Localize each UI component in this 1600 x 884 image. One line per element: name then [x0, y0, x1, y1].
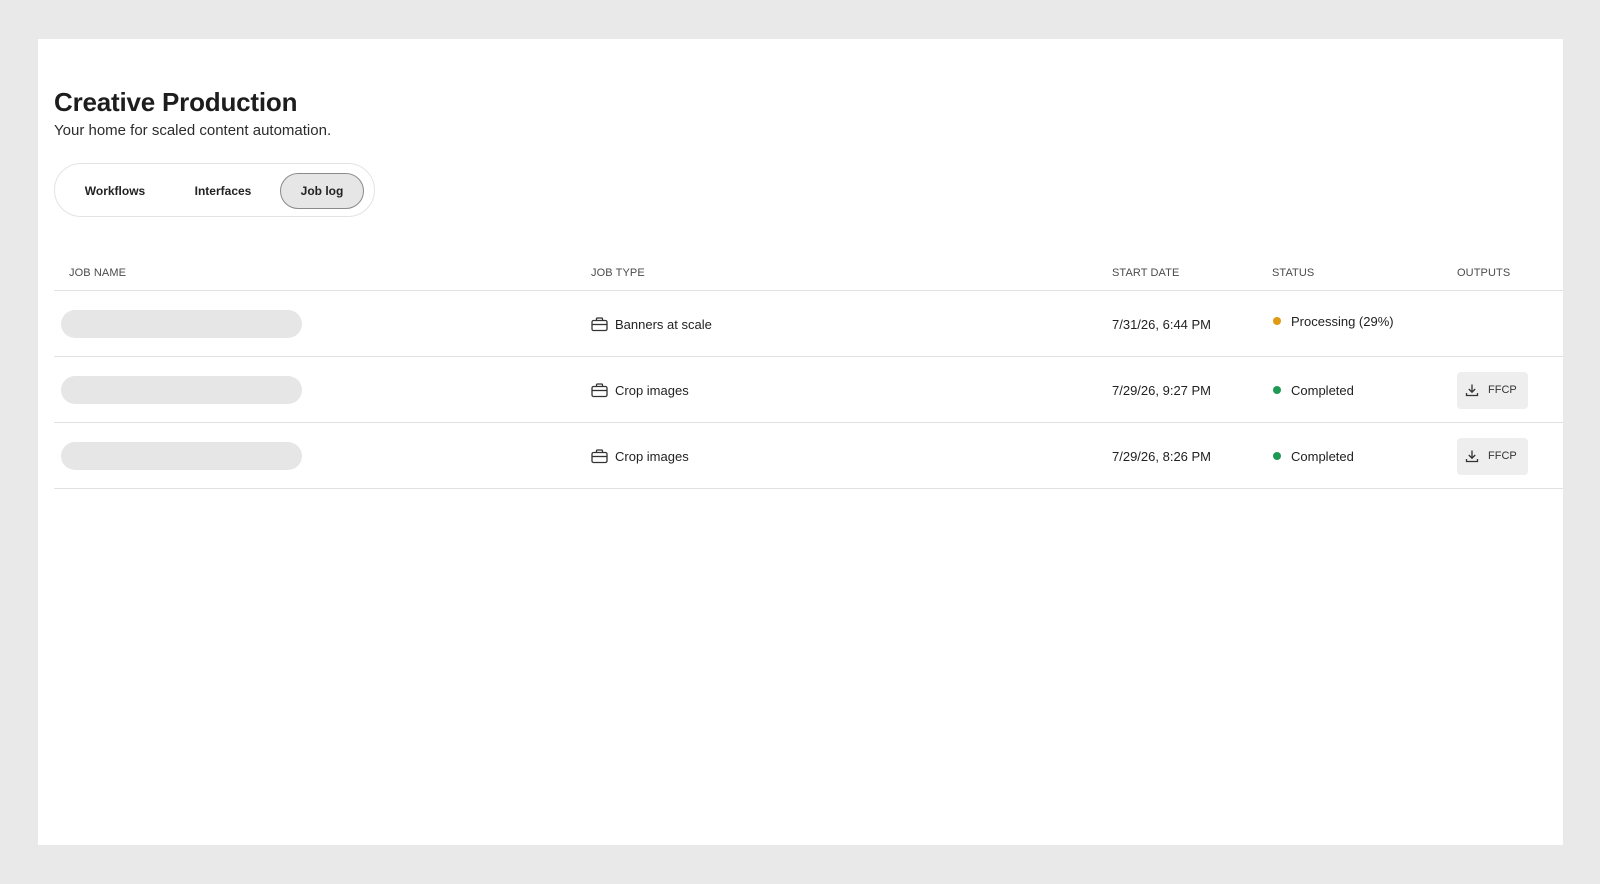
main-panel: Creative Production Your home for scaled…	[38, 39, 1563, 845]
download-icon	[1465, 384, 1479, 397]
column-header-status[interactable]: STATUS	[1272, 267, 1314, 279]
output-label: FFCP	[1488, 384, 1517, 396]
page-title: Creative Production	[54, 87, 298, 117]
briefcase-icon	[591, 448, 608, 463]
start-date-cell: 7/29/26, 8:26 PM	[1112, 448, 1212, 464]
tab-workflows[interactable]: Workflows	[63, 173, 167, 209]
job-type-label: Banners at scale	[615, 316, 712, 332]
table-row[interactable]: Crop images 7/29/26, 8:26 PM Completed F…	[54, 423, 1563, 489]
download-output-button[interactable]: FFCP	[1457, 437, 1528, 475]
job-type-label: Crop images	[615, 448, 689, 464]
job-type-cell: Banners at scale	[591, 291, 712, 357]
job-type-cell: Crop images	[591, 357, 689, 423]
job-name-placeholder	[61, 310, 302, 338]
briefcase-icon	[591, 382, 608, 397]
job-name-cell	[61, 291, 302, 357]
table-header: JOB NAME JOB TYPE START DATE STATUS OUTP…	[54, 261, 1563, 291]
status-badge: Completed	[1291, 382, 1354, 398]
view-tabs: Workflows Interfaces Job log	[54, 163, 375, 217]
status-badge: Completed	[1291, 448, 1354, 464]
status-dot	[1273, 317, 1281, 325]
start-date-cell: 7/31/26, 6:44 PM	[1112, 316, 1212, 332]
column-header-job-type[interactable]: JOB TYPE	[591, 267, 645, 279]
column-header-start-date[interactable]: START DATE	[1112, 267, 1179, 279]
status-dot	[1273, 452, 1281, 460]
output-label: FFCP	[1488, 450, 1517, 462]
outputs-cell: FFCP	[1457, 423, 1528, 489]
start-date-cell: 7/29/26, 9:27 PM	[1112, 382, 1212, 398]
job-name-cell	[61, 423, 302, 489]
status-cell: Completed	[1272, 423, 1354, 489]
column-header-job-name[interactable]: JOB NAME	[69, 267, 126, 279]
download-icon	[1465, 450, 1479, 463]
job-name-placeholder	[61, 442, 302, 470]
job-name-cell	[61, 357, 302, 423]
status-dot	[1273, 386, 1281, 394]
job-type-cell: Crop images	[591, 423, 689, 489]
table-row[interactable]: Banners at scale 7/31/26, 6:44 PM Proces…	[54, 291, 1563, 357]
download-output-button[interactable]: FFCP	[1457, 371, 1528, 409]
page-subtitle: Your home for scaled content automation.	[54, 122, 332, 139]
status-cell: Processing (29%)	[1272, 288, 1394, 354]
column-header-outputs[interactable]: OUTPUTS	[1457, 267, 1510, 279]
status-badge: Processing (29%)	[1291, 313, 1394, 329]
tab-job-log[interactable]: Job log	[280, 173, 364, 209]
job-type-label: Crop images	[615, 382, 689, 398]
job-name-placeholder	[61, 376, 302, 404]
tab-interfaces[interactable]: Interfaces	[171, 173, 275, 209]
job-log-table: JOB NAME JOB TYPE START DATE STATUS OUTP…	[54, 261, 1563, 489]
outputs-cell: FFCP	[1457, 357, 1528, 423]
briefcase-icon	[591, 316, 608, 331]
table-row[interactable]: Crop images 7/29/26, 9:27 PM Completed F…	[54, 357, 1563, 423]
status-cell: Completed	[1272, 357, 1354, 423]
